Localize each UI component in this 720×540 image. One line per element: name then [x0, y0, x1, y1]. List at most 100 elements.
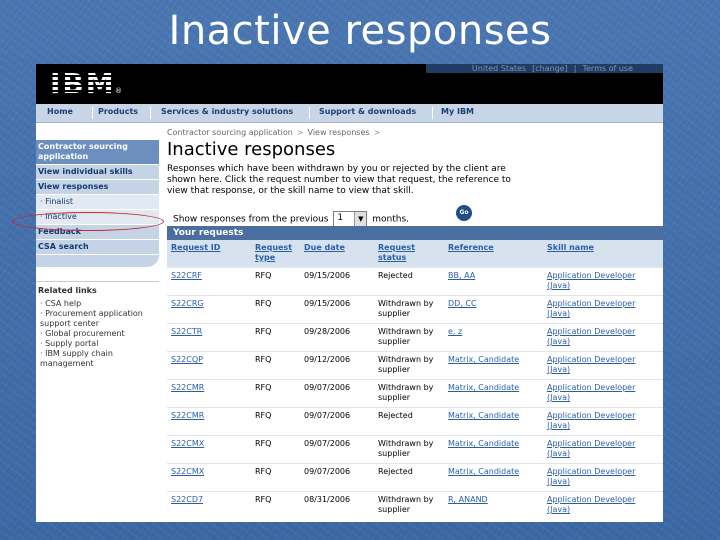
skill-name-link[interactable]: Application Developer (Java)	[543, 379, 663, 408]
table-row: S22CMX RFQ 09/07/2006 Withdrawn by supplier…	[167, 435, 663, 464]
table-row: S22CRG RFQ 09/15/2006 Withdrawn by supplier…	[167, 295, 663, 324]
request-id-link[interactable]: S22CRF	[167, 267, 251, 296]
leftnav-end	[36, 255, 159, 267]
request-id-link[interactable]: S22CMX	[167, 463, 251, 492]
request-id-link[interactable]: S22CMX	[167, 435, 251, 464]
skill-name-link[interactable]: Application Developer (Java)	[543, 351, 663, 380]
request-type: RFQ	[251, 407, 300, 436]
related-link-supply-chain[interactable]: · IBM supply chain management	[36, 349, 159, 369]
reference-link[interactable]: e, z	[444, 323, 543, 352]
reference-link[interactable]: Matrix, Candidate	[444, 407, 543, 436]
request-id-link[interactable]: S22CQP	[167, 351, 251, 380]
due-date: 09/28/2006	[300, 323, 374, 352]
col-request-status[interactable]: Request status	[374, 240, 444, 268]
nav-divider	[92, 107, 93, 119]
request-status: Withdrawn by supplier	[374, 295, 444, 324]
table-row: S22CD7 RFQ 08/31/2006 Withdrawn by supplier…	[167, 491, 663, 519]
nav-divider	[150, 107, 151, 119]
skill-name-link[interactable]: Application Developer (Java)	[543, 435, 663, 464]
due-date: 08/31/2006	[300, 491, 374, 519]
col-request-type[interactable]: Request type	[251, 240, 300, 268]
related-link-procurement-support[interactable]: · Procurement application support center	[36, 309, 159, 329]
chevron-down-icon[interactable]: ▼	[354, 212, 367, 226]
browser-screenshot: IBM ® United States [change] | Terms of use…	[36, 64, 663, 522]
nav-my-ibm[interactable]: My IBM	[441, 107, 474, 116]
page-description: Responses which have been withdrawn by y…	[167, 164, 511, 196]
go-button[interactable]: Go	[456, 205, 472, 221]
table-row: S22CQP RFQ 09/12/2006 Withdrawn by supplier…	[167, 351, 663, 380]
request-status: Withdrawn by supplier	[374, 351, 444, 380]
skill-name-link[interactable]: Application Developer (Java)	[543, 295, 663, 324]
table-row: S22CMR RFQ 09/07/2006 Rejected Matrix, Candi…	[167, 407, 663, 436]
leftnav-app[interactable]: Contractor sourcing application	[36, 140, 159, 164]
nav-products[interactable]: Products	[98, 107, 138, 116]
breadcrumb-app[interactable]: Contractor sourcing application	[167, 128, 293, 137]
request-id-link[interactable]: S22CTR	[167, 323, 251, 352]
col-request-id[interactable]: Request ID	[167, 240, 251, 268]
col-skill-name[interactable]: Skill name	[543, 240, 663, 268]
request-status: Rejected	[374, 407, 444, 436]
related-link-global-procurement[interactable]: · Global procurement	[36, 329, 159, 339]
request-status: Rejected	[374, 267, 444, 296]
leftnav-csa-search[interactable]: CSA search	[36, 240, 159, 254]
skill-name-link[interactable]: Application Developer (Java)	[543, 267, 663, 296]
related-link-supply-portal[interactable]: · Supply portal	[36, 339, 159, 349]
skill-name-link[interactable]: Application Developer (Java)	[543, 491, 663, 519]
related-link-csa-help[interactable]: · CSA help	[36, 299, 159, 309]
skill-name-link[interactable]: Application Developer (Java)	[543, 407, 663, 436]
table-row: S22CMR RFQ 09/07/2006 Withdrawn by supplier…	[167, 379, 663, 408]
reference-link[interactable]: Matrix, Candidate	[444, 435, 543, 464]
reference-link[interactable]: R, ANAND	[444, 491, 543, 519]
table-row: S22CTR RFQ 09/28/2006 Withdrawn by supplier…	[167, 323, 663, 352]
due-date: 09/12/2006	[300, 351, 374, 380]
reference-link[interactable]: BB, AA	[444, 267, 543, 296]
nav-services[interactable]: Services & industry solutions	[161, 107, 293, 116]
main-nav: Home Products Services & industry soluti…	[36, 104, 663, 123]
request-id-link[interactable]: S22CMR	[167, 407, 251, 436]
reference-link[interactable]: Matrix, Candidate	[444, 351, 543, 380]
nav-home[interactable]: Home	[47, 107, 73, 116]
related-links-title: Related links	[36, 281, 159, 299]
request-type: RFQ	[251, 491, 300, 519]
top-links: United States [change] | Terms of use	[466, 64, 633, 73]
months-select[interactable]: 1 ▼	[333, 211, 368, 227]
slide-title: Inactive responses	[168, 8, 552, 54]
col-due-date[interactable]: Due date	[300, 240, 374, 268]
leftnav-view-skills[interactable]: View individual skills	[36, 165, 159, 179]
request-type: RFQ	[251, 295, 300, 324]
masthead: IBM ® United States [change] | Terms of use	[36, 64, 663, 104]
left-nav: Contractor sourcing application View ind…	[36, 140, 159, 369]
top-divider: |	[573, 64, 577, 73]
requests-table: Request ID Request type Due date Request…	[167, 240, 663, 519]
request-id-link[interactable]: S22CD7	[167, 491, 251, 519]
skill-name-link[interactable]: Application Developer (Java)	[543, 463, 663, 492]
due-date: 09/07/2006	[300, 379, 374, 408]
request-status: Withdrawn by supplier	[374, 491, 444, 519]
months-filter: Show responses from the previous 1 ▼ mont…	[173, 211, 409, 227]
nav-support[interactable]: Support & downloads	[319, 107, 416, 116]
request-id-link[interactable]: S22CMR	[167, 379, 251, 408]
request-status: Withdrawn by supplier	[374, 379, 444, 408]
due-date: 09/07/2006	[300, 463, 374, 492]
months-select-value: 1	[337, 213, 344, 223]
nav-divider	[432, 107, 433, 119]
due-date: 09/07/2006	[300, 407, 374, 436]
reference-link[interactable]: Matrix, Candidate	[444, 463, 543, 492]
reference-link[interactable]: DD, CC	[444, 295, 543, 324]
highlight-oval	[12, 212, 164, 231]
filter-suffix: months.	[372, 214, 410, 225]
change-country-link[interactable]: [change]	[532, 64, 568, 73]
skill-name-link[interactable]: Application Developer (Java)	[543, 323, 663, 352]
breadcrumb-view-responses[interactable]: View responses	[308, 128, 370, 137]
table-row: S22CMX RFQ 09/07/2006 Rejected Matrix, Candi…	[167, 463, 663, 492]
leftnav-view-responses[interactable]: View responses	[36, 180, 159, 194]
terms-of-use-link[interactable]: Terms of use	[582, 64, 633, 73]
request-id-link[interactable]: S22CRG	[167, 295, 251, 324]
request-type: RFQ	[251, 267, 300, 296]
table-header-row: Request ID Request type Due date Request…	[167, 240, 663, 268]
leftnav-finalist[interactable]: · Finalist	[36, 195, 159, 209]
breadcrumb-separator: >	[373, 128, 381, 137]
col-reference[interactable]: Reference	[444, 240, 543, 268]
ibm-logo[interactable]: IBM	[50, 67, 116, 100]
reference-link[interactable]: Matrix, Candidate	[444, 379, 543, 408]
